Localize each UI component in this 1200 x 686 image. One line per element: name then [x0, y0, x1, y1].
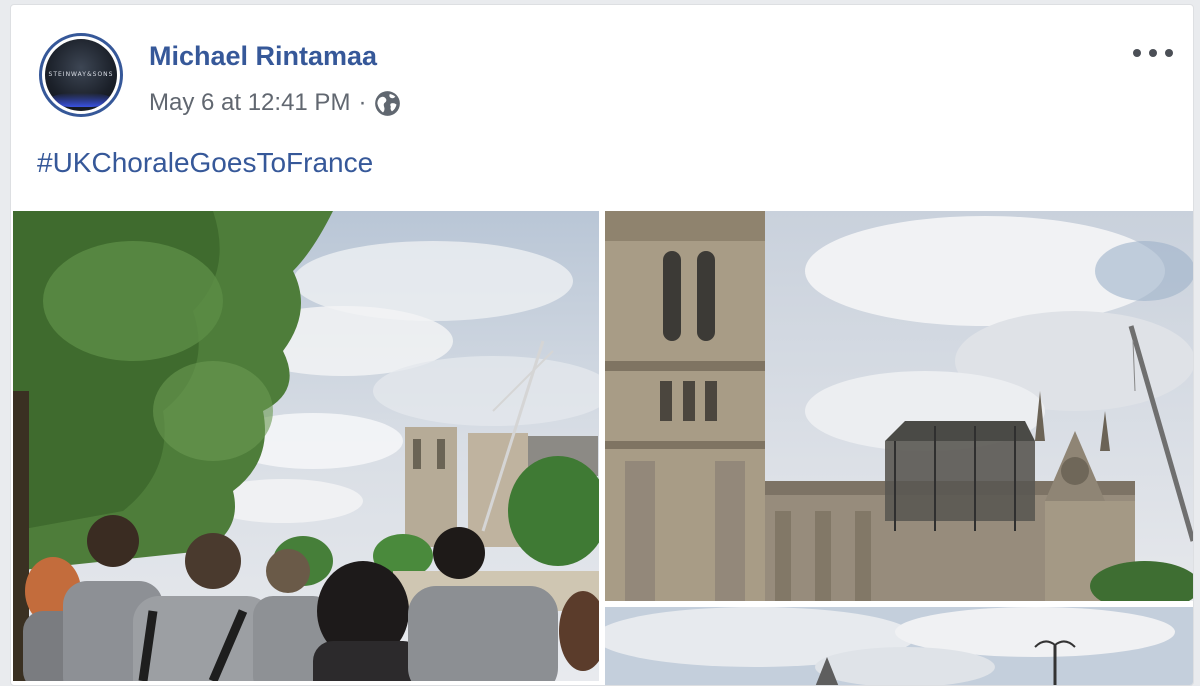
avatar-logo: STEINWAY&SONS: [48, 71, 114, 78]
photo-cathedral: [605, 211, 1193, 601]
post-hashtag[interactable]: #UKChoraleGoesToFrance: [37, 147, 373, 179]
photo-street: [605, 607, 1193, 685]
post-timestamp[interactable]: May 6 at 12:41 PM: [149, 89, 350, 117]
post-photo-1[interactable]: [13, 211, 599, 681]
more-options-icon[interactable]: [1133, 41, 1173, 65]
profile-avatar[interactable]: STEINWAY&SONS: [39, 33, 123, 117]
post-photo-3[interactable]: [605, 607, 1193, 685]
photo-group-cathedral: [13, 211, 599, 681]
post-meta: May 6 at 12:41 PM ·: [149, 89, 401, 117]
globe-icon[interactable]: [374, 90, 401, 117]
post-photo-2[interactable]: [605, 211, 1193, 601]
avatar-image: STEINWAY&SONS: [45, 39, 117, 111]
meta-separator: ·: [358, 89, 367, 116]
author-name[interactable]: Michael Rintamaa: [149, 41, 377, 72]
post-card: STEINWAY&SONS Michael Rintamaa May 6 at …: [10, 4, 1194, 686]
